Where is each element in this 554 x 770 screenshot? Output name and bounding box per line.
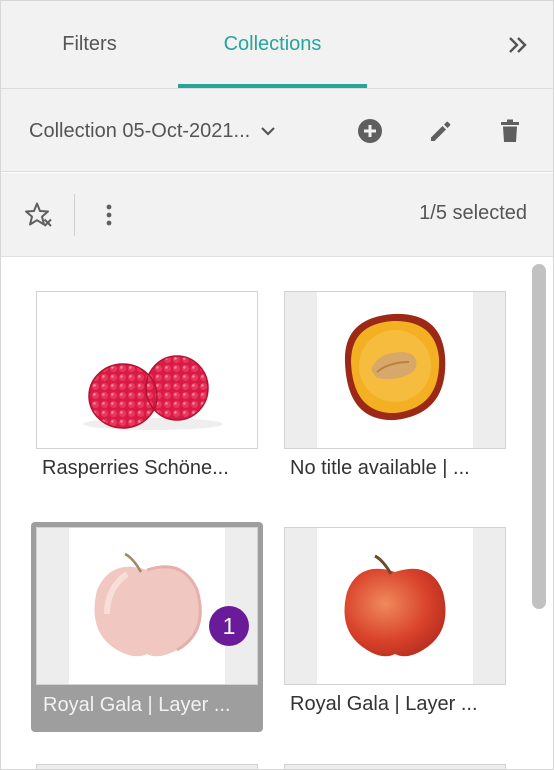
item-thumbnail — [284, 527, 506, 685]
item-caption: No title available | ... — [290, 457, 470, 479]
selection-toolbar: 1/5 selected — [1, 173, 553, 257]
item-caption: Royal Gala | Layer ... — [290, 693, 478, 715]
add-circle-icon — [358, 119, 382, 143]
selected-count: 1/5 selected — [419, 202, 527, 224]
trash-icon — [501, 119, 519, 142]
tab-collections[interactable]: Collections — [178, 1, 367, 87]
more-options-button[interactable] — [89, 195, 129, 235]
item-thumbnail — [36, 291, 258, 449]
expand-panel-button[interactable] — [497, 25, 539, 65]
item-thumbnail-partial — [284, 764, 506, 769]
collection-dropdown[interactable]: Collection 05-Oct-2021... — [17, 109, 276, 153]
item-thumbnail: 1 — [36, 527, 258, 685]
active-tab-indicator — [178, 84, 367, 88]
collection-grid: Rasperries Schöne... No title available … — [1, 258, 553, 769]
pencil-icon — [431, 121, 451, 141]
toolbar-divider — [74, 194, 75, 236]
tab-filters-label: Filters — [62, 32, 117, 55]
item-thumbnail-partial — [36, 764, 258, 769]
selection-order-badge: 1 — [209, 606, 249, 646]
tab-collections-label: Collections — [223, 32, 322, 55]
chevron-down-icon — [260, 126, 276, 136]
collection-item[interactable]: No title available | ... — [284, 291, 506, 491]
collections-panel: Filters Collections Collection 05-Oct-20… — [0, 0, 554, 770]
more-vertical-icon — [106, 204, 112, 226]
collection-header: Collection 05-Oct-2021... — [1, 89, 553, 172]
star-remove-icon — [25, 202, 52, 227]
item-caption: Rasperries Schöne... — [42, 457, 229, 479]
collection-item[interactable]: Royal Gala | Layer ... — [284, 527, 506, 727]
item-caption: Royal Gala | Layer ... — [43, 694, 231, 716]
delete-collection-button[interactable] — [490, 111, 530, 151]
scrollbar-thumb[interactable] — [532, 264, 546, 609]
plum-half-image — [344, 313, 446, 421]
apple-red-image — [344, 554, 446, 657]
add-collection-button[interactable] — [350, 111, 390, 151]
tab-filters[interactable]: Filters — [1, 1, 178, 87]
item-thumbnail — [284, 291, 506, 449]
edit-collection-button[interactable] — [421, 111, 461, 151]
remove-favorite-button[interactable] — [19, 195, 59, 235]
collection-item[interactable]: Rasperries Schöne... — [36, 291, 258, 491]
raspberries-image — [83, 355, 223, 430]
chevrons-right-icon — [509, 37, 527, 53]
collection-item-selected[interactable]: 1 Royal Gala | Layer ... — [31, 522, 263, 732]
collection-name: Collection 05-Oct-2021... — [29, 119, 251, 142]
tab-bar: Filters Collections — [1, 1, 553, 89]
